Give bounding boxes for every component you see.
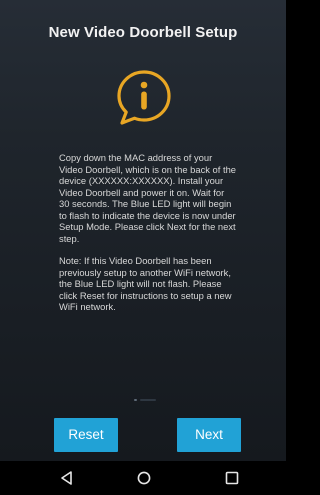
info-icon xyxy=(117,70,171,125)
setup-screen: New Video Doorbell Setup Copy down the M… xyxy=(0,0,286,461)
recent-apps-square-icon[interactable] xyxy=(222,469,242,487)
reset-button[interactable]: Reset xyxy=(54,418,118,452)
next-button[interactable]: Next xyxy=(177,418,241,452)
instructions-paragraph-note: Note: If this Video Doorbell has been pr… xyxy=(59,255,232,312)
page-title: New Video Doorbell Setup xyxy=(48,24,238,41)
system-navigation-bar xyxy=(0,461,286,495)
back-triangle-icon[interactable] xyxy=(57,469,77,487)
page-indicator xyxy=(134,399,156,401)
instructions-text: Copy down the MAC address of your Video … xyxy=(59,152,237,324)
instructions-paragraph-setup: Copy down the MAC address of your Video … xyxy=(59,152,237,244)
home-circle-icon[interactable] xyxy=(134,469,154,487)
